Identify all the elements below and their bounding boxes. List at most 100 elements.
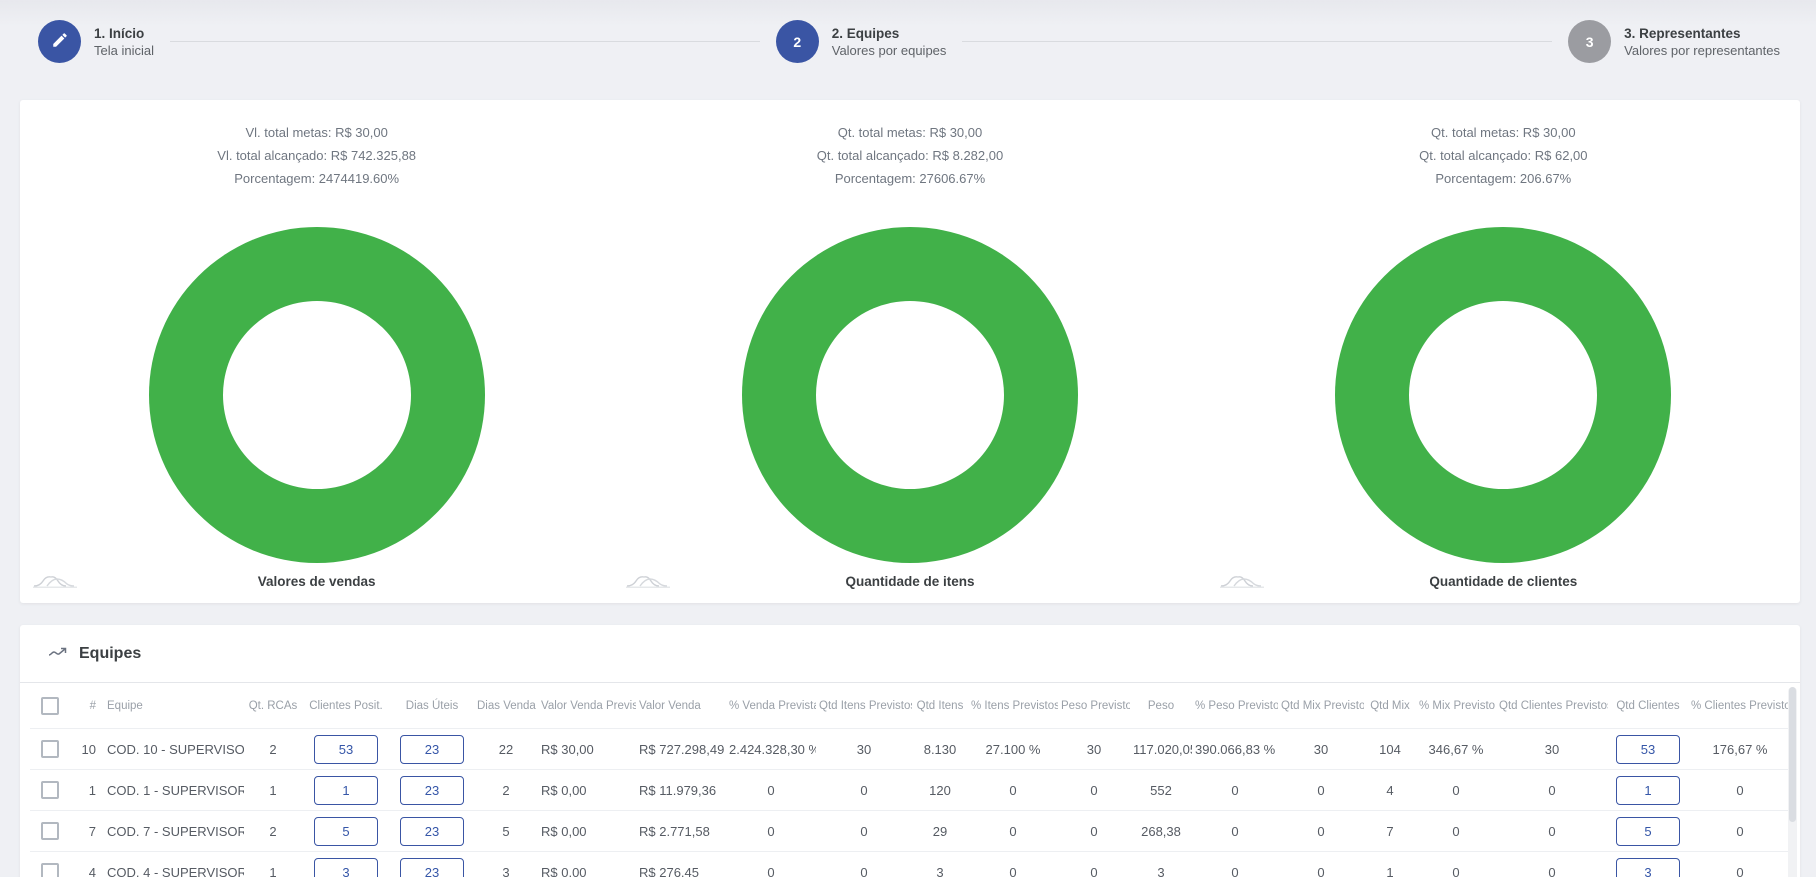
stat-porcentagem: Porcentagem: 27606.67% (613, 167, 1206, 190)
dias-uteis-input[interactable]: 23 (400, 817, 464, 846)
cell-qtd-mix-previsto: 30 (1278, 729, 1364, 770)
cell-pct-peso-previsto: 0 (1192, 852, 1278, 877)
chart-title: Valores de vendas (20, 574, 613, 589)
column-header-pct-mix-previsto: % Mix Previsto (1416, 683, 1496, 729)
qtd-clientes-input[interactable]: 1 (1616, 776, 1680, 805)
select-all-checkbox[interactable] (41, 697, 59, 715)
cell-pct-clientes-previstos: 0 (1688, 811, 1792, 852)
cell-qtd-itens: 3 (912, 852, 968, 877)
cell-pct-clientes-previstos: 0 (1688, 852, 1792, 877)
cell-qtd-mix: 104 (1364, 729, 1416, 770)
step-equipes[interactable]: 2 2. Equipes Valores por equipes (776, 20, 947, 63)
table-title: Equipes (79, 645, 141, 663)
column-header-dias-uteis: Dias Úteis (390, 683, 474, 729)
cell-qtd-itens: 29 (912, 811, 968, 852)
dias-uteis-input[interactable]: 23 (400, 735, 464, 764)
column-header-qtd-itens-previstos: Qtd Itens Previstos (816, 683, 912, 729)
cell-equipe: COD. 7 - SUPERVISOR (104, 811, 244, 852)
cell-qtd-itens: 8.130 (912, 729, 968, 770)
cell-pct-clientes-previstos: 176,67 % (1688, 729, 1792, 770)
step-title: 1. Início (94, 25, 154, 42)
cell-idx: 7 (70, 811, 104, 852)
cell-equipe: COD. 10 - SUPERVISOR (104, 729, 244, 770)
cell-qt-rcas: 2 (244, 811, 302, 852)
cell-peso: 268,38 (1130, 811, 1192, 852)
cell-pct-mix-previsto: 0 (1416, 852, 1496, 877)
dias-uteis-input[interactable]: 23 (400, 858, 464, 877)
table-scrollbar-thumb[interactable] (1789, 687, 1796, 822)
row-checkbox[interactable] (41, 863, 59, 877)
cell-idx: 10 (70, 729, 104, 770)
step-2-circle[interactable]: 2 (776, 20, 819, 63)
cell-qtd-mix: 7 (1364, 811, 1416, 852)
step-3-circle[interactable]: 3 (1568, 20, 1611, 63)
row-checkbox[interactable] (41, 822, 59, 840)
cell-peso: 3 (1130, 852, 1192, 877)
column-header-clientes-posit: Clientes Posit. (302, 683, 390, 729)
column-header-idx: # (70, 683, 104, 729)
cell-equipe: COD. 1 - SUPERVISOR (104, 770, 244, 811)
cell-qtd-mix-previsto: 0 (1278, 852, 1364, 877)
clientes-posit-input[interactable]: 1 (314, 776, 378, 805)
cell-qtd-mix: 4 (1364, 770, 1416, 811)
stat-porcentagem: Porcentagem: 2474419.60% (20, 167, 613, 190)
column-header-pct-itens-previstos: % Itens Previstos (968, 683, 1058, 729)
column-header-equipe: Equipe (104, 683, 244, 729)
cell-pct-mix-previsto: 346,67 % (1416, 729, 1496, 770)
step-inicio[interactable]: 1. Início Tela inicial (38, 20, 154, 63)
table-row: 10 COD. 10 - SUPERVISOR 2 53 23 22 R$ 30… (30, 729, 1792, 770)
cell-qtd-mix-previsto: 0 (1278, 770, 1364, 811)
column-header-valor-venda-prevista: Valor Venda Prevista (538, 683, 636, 729)
cell-idx: 1 (70, 770, 104, 811)
donut-chart (149, 227, 485, 563)
stat-total-metas: Qt. total metas: R$ 30,00 (613, 121, 1206, 144)
cell-pct-venda-prevista: 0 (726, 852, 816, 877)
step-representantes[interactable]: 3 3. Representantes Valores por represen… (1568, 20, 1780, 63)
cell-pct-venda-prevista: 0 (726, 770, 816, 811)
column-header-qtd-clientes-previstos: Qtd Clientes Previstos (1496, 683, 1608, 729)
cell-valor-venda: R$ 11.979,36 (636, 770, 726, 811)
clientes-posit-input[interactable]: 5 (314, 817, 378, 846)
chart-valores-de-vendas: Vl. total metas: R$ 30,00 Vl. total alca… (20, 100, 613, 603)
table-title-bar: Equipes (20, 625, 1800, 683)
cell-pct-mix-previsto: 0 (1416, 811, 1496, 852)
table-scrollbar[interactable] (1788, 687, 1797, 877)
cell-peso-previsto: 0 (1058, 770, 1130, 811)
cell-qtd-itens: 120 (912, 770, 968, 811)
equipes-card: Equipes # Equipe Qt. RCAs Clientes Posit… (20, 625, 1800, 877)
dias-uteis-input[interactable]: 23 (400, 776, 464, 805)
qtd-clientes-input[interactable]: 3 (1616, 858, 1680, 877)
row-checkbox[interactable] (41, 781, 59, 799)
qtd-clientes-input[interactable]: 53 (1616, 735, 1680, 764)
cell-pct-itens-previstos: 27.100 % (968, 729, 1058, 770)
chart-title: Quantidade de clientes (1207, 574, 1800, 589)
table-header-row: # Equipe Qt. RCAs Clientes Posit. Dias Ú… (30, 683, 1792, 729)
table-row: 1 COD. 1 - SUPERVISOR 1 1 23 2 R$ 0,00 R… (30, 770, 1792, 811)
chart-quantidade-de-itens: Qt. total metas: R$ 30,00 Qt. total alca… (613, 100, 1206, 603)
row-checkbox[interactable] (41, 740, 59, 758)
cell-qtd-itens-previstos: 0 (816, 770, 912, 811)
step-1-circle[interactable] (38, 20, 81, 63)
cell-pct-itens-previstos: 0 (968, 811, 1058, 852)
step-title: 2. Equipes (832, 25, 947, 42)
column-header-qtd-mix: Qtd Mix (1364, 683, 1416, 729)
cell-qtd-mix-previsto: 0 (1278, 811, 1364, 852)
cell-dias-venda: 2 (474, 770, 538, 811)
clientes-posit-input[interactable]: 3 (314, 858, 378, 877)
cell-qtd-itens-previstos: 0 (816, 811, 912, 852)
cell-qtd-clientes-previstos: 0 (1496, 852, 1608, 877)
table-row: 4 COD. 4 - SUPERVISOR 1 3 23 3 R$ 0,00 R… (30, 852, 1792, 877)
column-header-qtd-mix-previsto: Qtd Mix Previsto (1278, 683, 1364, 729)
cell-pct-clientes-previstos: 0 (1688, 770, 1792, 811)
column-header-qtd-itens: Qtd Itens (912, 683, 968, 729)
cell-pct-mix-previsto: 0 (1416, 770, 1496, 811)
cell-peso: 117.020,05 (1130, 729, 1192, 770)
cell-valor-venda-prevista: R$ 0,00 (538, 770, 636, 811)
qtd-clientes-input[interactable]: 5 (1616, 817, 1680, 846)
cell-peso-previsto: 0 (1058, 811, 1130, 852)
cell-qtd-clientes-previstos: 0 (1496, 770, 1608, 811)
cell-pct-itens-previstos: 0 (968, 852, 1058, 877)
clientes-posit-input[interactable]: 53 (314, 735, 378, 764)
step-subtitle: Valores por representantes (1624, 42, 1780, 59)
stat-total-alcancado: Vl. total alcançado: R$ 742.325,88 (20, 144, 613, 167)
